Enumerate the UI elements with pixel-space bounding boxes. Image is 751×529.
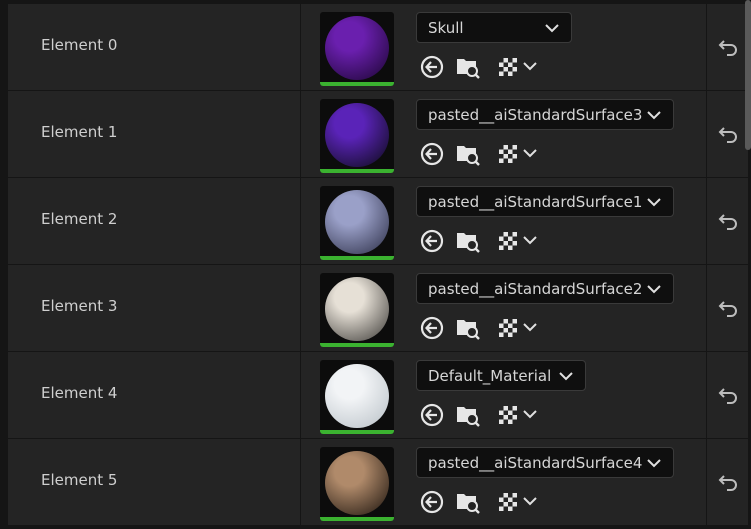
value-cell: Default_Material <box>301 352 705 438</box>
checkerboard-preview-icon[interactable] <box>495 402 521 428</box>
material-sphere-preview <box>325 16 389 80</box>
thumbnail-accent-bar <box>320 82 394 86</box>
element-label: Element 3 <box>41 297 118 315</box>
chevron-down-icon[interactable] <box>523 236 537 245</box>
label-cell: Element 3 <box>8 265 301 351</box>
material-thumbnail[interactable] <box>320 99 394 173</box>
reset-cell <box>706 4 749 90</box>
material-combo-box[interactable]: pasted__aiStandardSurface4 <box>416 447 674 478</box>
value-cell: pasted__aiStandardSurface1 <box>301 178 705 264</box>
material-combo-box[interactable]: Default_Material <box>416 360 586 391</box>
material-name: pasted__aiStandardSurface3 <box>428 106 643 124</box>
material-combo-box[interactable]: pasted__aiStandardSurface3 <box>416 99 674 130</box>
material-slot-row: Element 1 pasted__aiStandardSurface3 <box>8 91 748 177</box>
material-thumbnail[interactable] <box>320 273 394 347</box>
label-cell: Element 2 <box>8 178 301 264</box>
material-slots-panel: Element 0 Skull Element 1 pasted__aiStan… <box>0 0 751 529</box>
chevron-down-icon <box>647 111 661 120</box>
material-thumbnail[interactable] <box>320 12 394 86</box>
chevron-down-icon <box>559 372 573 381</box>
thumbnail-accent-bar <box>320 430 394 434</box>
chevron-down-icon <box>647 198 661 207</box>
chevron-down-icon[interactable] <box>523 149 537 158</box>
chevron-down-icon <box>647 285 661 294</box>
chevron-down-icon <box>647 459 661 468</box>
use-selected-asset-icon[interactable] <box>419 402 445 428</box>
material-sphere-preview <box>325 103 389 167</box>
use-selected-asset-icon[interactable] <box>419 141 445 167</box>
material-slot-row: Element 4 Default_Material <box>8 352 748 438</box>
chevron-down-icon <box>545 24 559 33</box>
material-slot-row: Element 5 pasted__aiStandardSurface4 <box>8 439 748 525</box>
material-slot-row: Element 3 pasted__aiStandardSurface2 <box>8 265 748 351</box>
label-cell: Element 1 <box>8 91 301 177</box>
material-name: pasted__aiStandardSurface1 <box>428 193 643 211</box>
label-cell: Element 5 <box>8 439 301 525</box>
browse-to-asset-icon[interactable] <box>455 402 481 428</box>
material-slot-row: Element 2 pasted__aiStandardSurface1 <box>8 178 748 264</box>
value-cell: Skull <box>301 4 705 90</box>
material-name: Default_Material <box>428 367 552 385</box>
browse-to-asset-icon[interactable] <box>455 54 481 80</box>
use-selected-asset-icon[interactable] <box>419 315 445 341</box>
label-cell: Element 4 <box>8 352 301 438</box>
reset-cell <box>706 265 749 351</box>
browse-to-asset-icon[interactable] <box>455 489 481 515</box>
material-name: pasted__aiStandardSurface2 <box>428 280 643 298</box>
element-label: Element 1 <box>41 123 118 141</box>
thumbnail-accent-bar <box>320 256 394 260</box>
checkerboard-preview-icon[interactable] <box>495 141 521 167</box>
vertical-scrollbar[interactable] <box>745 0 751 150</box>
reset-cell <box>706 352 749 438</box>
element-label: Element 0 <box>41 36 118 54</box>
browse-to-asset-icon[interactable] <box>455 228 481 254</box>
use-selected-asset-icon[interactable] <box>419 54 445 80</box>
reset-cell <box>706 178 749 264</box>
material-thumbnail[interactable] <box>320 360 394 434</box>
reset-to-default-icon[interactable] <box>718 38 738 56</box>
material-combo-box[interactable]: pasted__aiStandardSurface1 <box>416 186 674 217</box>
reset-cell <box>706 91 749 177</box>
reset-to-default-icon[interactable] <box>718 125 738 143</box>
reset-to-default-icon[interactable] <box>718 473 738 491</box>
value-cell: pasted__aiStandardSurface4 <box>301 439 705 525</box>
material-sphere-preview <box>325 451 389 515</box>
material-slot-row: Element 0 Skull <box>8 4 748 90</box>
chevron-down-icon[interactable] <box>523 323 537 332</box>
value-cell: pasted__aiStandardSurface2 <box>301 265 705 351</box>
element-label: Element 4 <box>41 384 118 402</box>
reset-to-default-icon[interactable] <box>718 212 738 230</box>
material-sphere-preview <box>325 277 389 341</box>
label-cell: Element 0 <box>8 4 301 90</box>
value-cell: pasted__aiStandardSurface3 <box>301 91 705 177</box>
checkerboard-preview-icon[interactable] <box>495 228 521 254</box>
thumbnail-accent-bar <box>320 343 394 347</box>
reset-to-default-icon[interactable] <box>718 299 738 317</box>
material-combo-box[interactable]: Skull <box>416 12 572 43</box>
reset-cell <box>706 439 749 525</box>
checkerboard-preview-icon[interactable] <box>495 54 521 80</box>
material-sphere-preview <box>325 364 389 428</box>
material-name: pasted__aiStandardSurface4 <box>428 454 643 472</box>
use-selected-asset-icon[interactable] <box>419 489 445 515</box>
material-name: Skull <box>428 19 464 37</box>
element-label: Element 2 <box>41 210 118 228</box>
checkerboard-preview-icon[interactable] <box>495 489 521 515</box>
material-combo-box[interactable]: pasted__aiStandardSurface2 <box>416 273 674 304</box>
thumbnail-accent-bar <box>320 517 394 521</box>
use-selected-asset-icon[interactable] <box>419 228 445 254</box>
material-thumbnail[interactable] <box>320 447 394 521</box>
element-label: Element 5 <box>41 471 118 489</box>
browse-to-asset-icon[interactable] <box>455 141 481 167</box>
browse-to-asset-icon[interactable] <box>455 315 481 341</box>
chevron-down-icon[interactable] <box>523 497 537 506</box>
material-sphere-preview <box>325 190 389 254</box>
chevron-down-icon[interactable] <box>523 410 537 419</box>
reset-to-default-icon[interactable] <box>718 386 738 404</box>
thumbnail-accent-bar <box>320 169 394 173</box>
material-thumbnail[interactable] <box>320 186 394 260</box>
chevron-down-icon[interactable] <box>523 62 537 71</box>
checkerboard-preview-icon[interactable] <box>495 315 521 341</box>
